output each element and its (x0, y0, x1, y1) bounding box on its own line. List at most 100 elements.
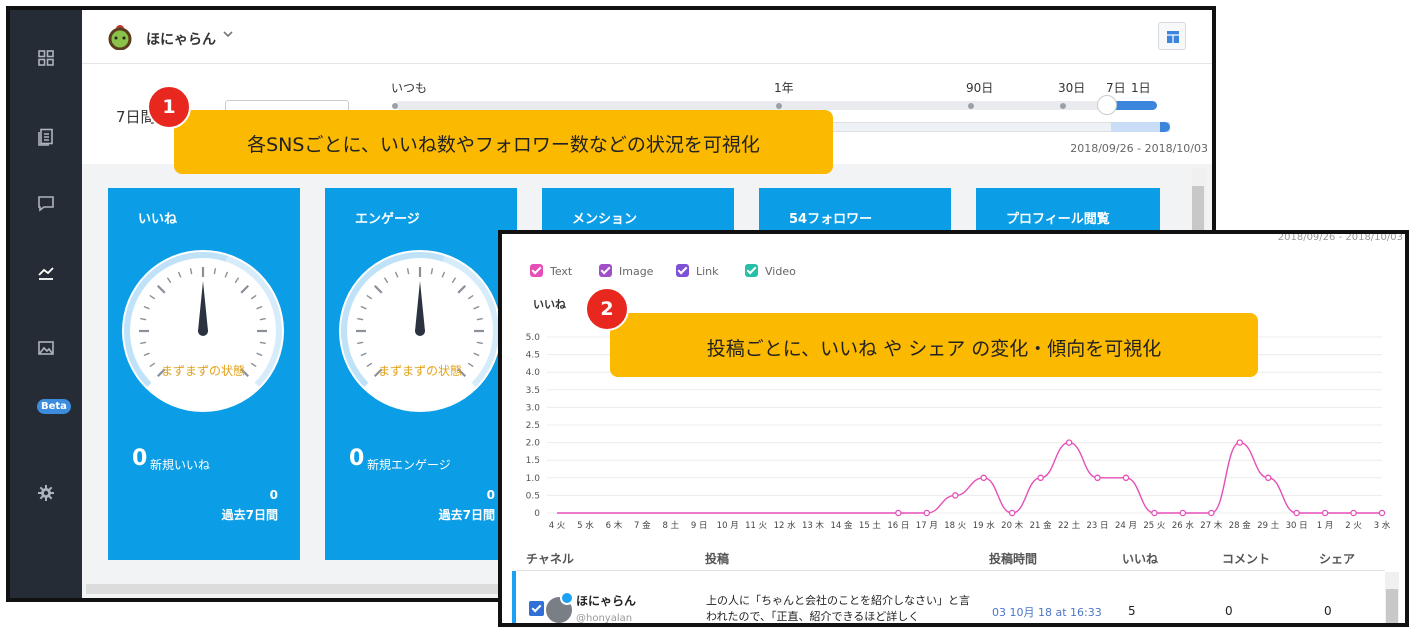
data-point (1065, 439, 1073, 446)
table-header: チャネル 投稿 投稿時間 いいね コメント シェア (502, 544, 1405, 570)
image-icon[interactable] (36, 338, 56, 358)
gauge-needle (198, 281, 208, 331)
timeline-label-1day[interactable]: 1日 (1131, 79, 1151, 96)
gauge-tick (143, 305, 150, 310)
likes-card[interactable]: いいね まずまずの状態 0 新規いいね 0 過去7日間 (108, 188, 300, 560)
timeline-label-1year[interactable]: 1年 (774, 79, 794, 96)
gauge-tick (373, 284, 383, 294)
beta-badge[interactable]: Beta (37, 399, 71, 414)
x-tick-label: 1 月 (1317, 521, 1334, 531)
timeline-tick (968, 103, 974, 109)
data-point (1208, 509, 1215, 517)
data-point (923, 509, 931, 517)
column-post[interactable]: 投稿 (705, 550, 729, 567)
row-checkbox[interactable] (529, 601, 544, 616)
row-post-time[interactable]: 03 10月 18 at 16:33 (992, 604, 1102, 620)
new-engagement-count: 0 (349, 446, 365, 471)
gauge-tick (476, 341, 483, 345)
column-post-time[interactable]: 投稿時間 (989, 550, 1037, 567)
gauge-tick (140, 341, 147, 345)
row-account-handle: @honyalan (576, 613, 633, 624)
data-point (1151, 509, 1158, 517)
y-tick-label: 1.5 (526, 456, 540, 466)
chevron-down-icon[interactable] (222, 28, 234, 43)
x-tick-label: 16 日 (887, 521, 909, 531)
timeline-label-7days[interactable]: 7日 (1106, 79, 1126, 96)
row-shares: 0 (1324, 604, 1332, 618)
timeline-label-always[interactable]: いつも (391, 79, 427, 96)
callout-number-badge: 1 (147, 85, 191, 129)
x-tick-label: 4 火 (549, 521, 566, 531)
posts-icon[interactable] (36, 127, 56, 147)
column-likes[interactable]: いいね (1122, 550, 1158, 567)
x-tick-label: 3 水 (1374, 520, 1391, 531)
x-tick-label: 18 火 (944, 521, 967, 531)
gauge-tick (259, 317, 266, 321)
analytics-icon[interactable] (36, 262, 56, 282)
top-bar: ほにゃらん (82, 10, 1212, 64)
gauge-tick (360, 305, 367, 310)
data-point (1236, 439, 1244, 446)
column-shares[interactable]: シェア (1319, 550, 1355, 567)
account-name[interactable]: ほにゃらん (146, 29, 216, 49)
x-tick-label: 10 月 (717, 521, 739, 531)
previous-period-label: 過去7日間 (438, 508, 495, 522)
gauge-tick (441, 271, 446, 278)
card-title: メンション (572, 212, 638, 227)
twitter-icon (560, 591, 574, 605)
gauge-needle (415, 281, 425, 331)
timeline-handle[interactable] (1097, 95, 1117, 115)
data-point (1094, 474, 1101, 482)
post-analytics-window: 2018/09/26 - 2018/10/03 Text Image Link … (498, 230, 1409, 627)
data-point (1008, 509, 1016, 517)
gauge-tick (234, 277, 240, 284)
row-account-name: ほにゃらん (576, 594, 637, 608)
previous-value: 0 (269, 488, 278, 502)
gauge-status: まずまずの状態 (160, 364, 245, 378)
data-point (1350, 509, 1357, 517)
gauge-tick (357, 317, 364, 321)
layout-icon (1167, 31, 1179, 43)
x-tick-label: 5 水 (577, 520, 594, 531)
timeline-label-90days[interactable]: 90日 (966, 79, 993, 96)
messages-icon[interactable] (36, 193, 56, 213)
data-point (1264, 474, 1272, 482)
scrollbar-thumb[interactable] (1192, 186, 1204, 232)
x-tick-label: 9 日 (691, 521, 708, 531)
dashboard-icon[interactable] (36, 48, 56, 68)
settings-icon[interactable] (36, 483, 56, 503)
gauge-tick (166, 277, 172, 284)
row-post-text[interactable]: 上の人に「ちゃんと会社のことを紹介しなさい」と言われたので、「正直、紹介できるほ… (706, 593, 971, 623)
x-tick-label: 28 金 (1229, 520, 1252, 531)
engagement-card[interactable]: エンゲージ まずまずの状態 0 新規エンゲージ 0 過去7日間 (325, 188, 517, 560)
x-tick-label: 19 水 (973, 520, 996, 531)
data-point (1293, 509, 1300, 517)
y-tick-label: 5.0 (526, 333, 541, 343)
new-likes-label: 新規いいね (150, 458, 211, 472)
row-likes: 5 (1128, 604, 1136, 618)
column-channel[interactable]: チャネル (526, 550, 574, 567)
layout-button[interactable] (1158, 22, 1186, 50)
horizontal-scrollbar[interactable] (86, 584, 506, 594)
callout-post-visualization: 投稿ごとに、いいね や シェア の変化・傾向を可視化 (610, 313, 1258, 377)
likes-line-chart: 0 0.5 1.0 1.5 2.0 2.5 3.0 3.5 4.0 4.5 5.0 4 火 5 水 6 木… (526, 333, 1391, 531)
card-title: 54フォロワー (789, 212, 873, 227)
new-engagement-label: 新規エンゲージ (367, 458, 451, 472)
account-avatar[interactable] (106, 22, 134, 51)
gauge: まずまずの状態 (339, 250, 501, 412)
gauge-tick (149, 294, 156, 300)
gauge-tick (259, 341, 266, 345)
gauge-tick (406, 268, 410, 275)
data-point (1037, 474, 1044, 482)
callout-sns-visualization: 各SNSごとに、いいね数やフォロワー数などの状況を可視化 (174, 110, 833, 174)
scrollbar-thumb[interactable] (1386, 589, 1398, 623)
gauge-tick (156, 284, 166, 294)
data-point (1179, 509, 1187, 517)
row-comments: 0 (1225, 604, 1233, 618)
gauge-tick (250, 294, 257, 300)
gauge-tick (256, 305, 263, 310)
x-tick-label: 30 日 (1286, 521, 1308, 531)
column-comments[interactable]: コメント (1222, 550, 1270, 567)
table-row[interactable]: ほにゃらん @honyalan 上の人に「ちゃんと会社のことを紹介しなさい」と言… (512, 571, 1382, 624)
timeline-label-30days[interactable]: 30日 (1058, 79, 1085, 96)
